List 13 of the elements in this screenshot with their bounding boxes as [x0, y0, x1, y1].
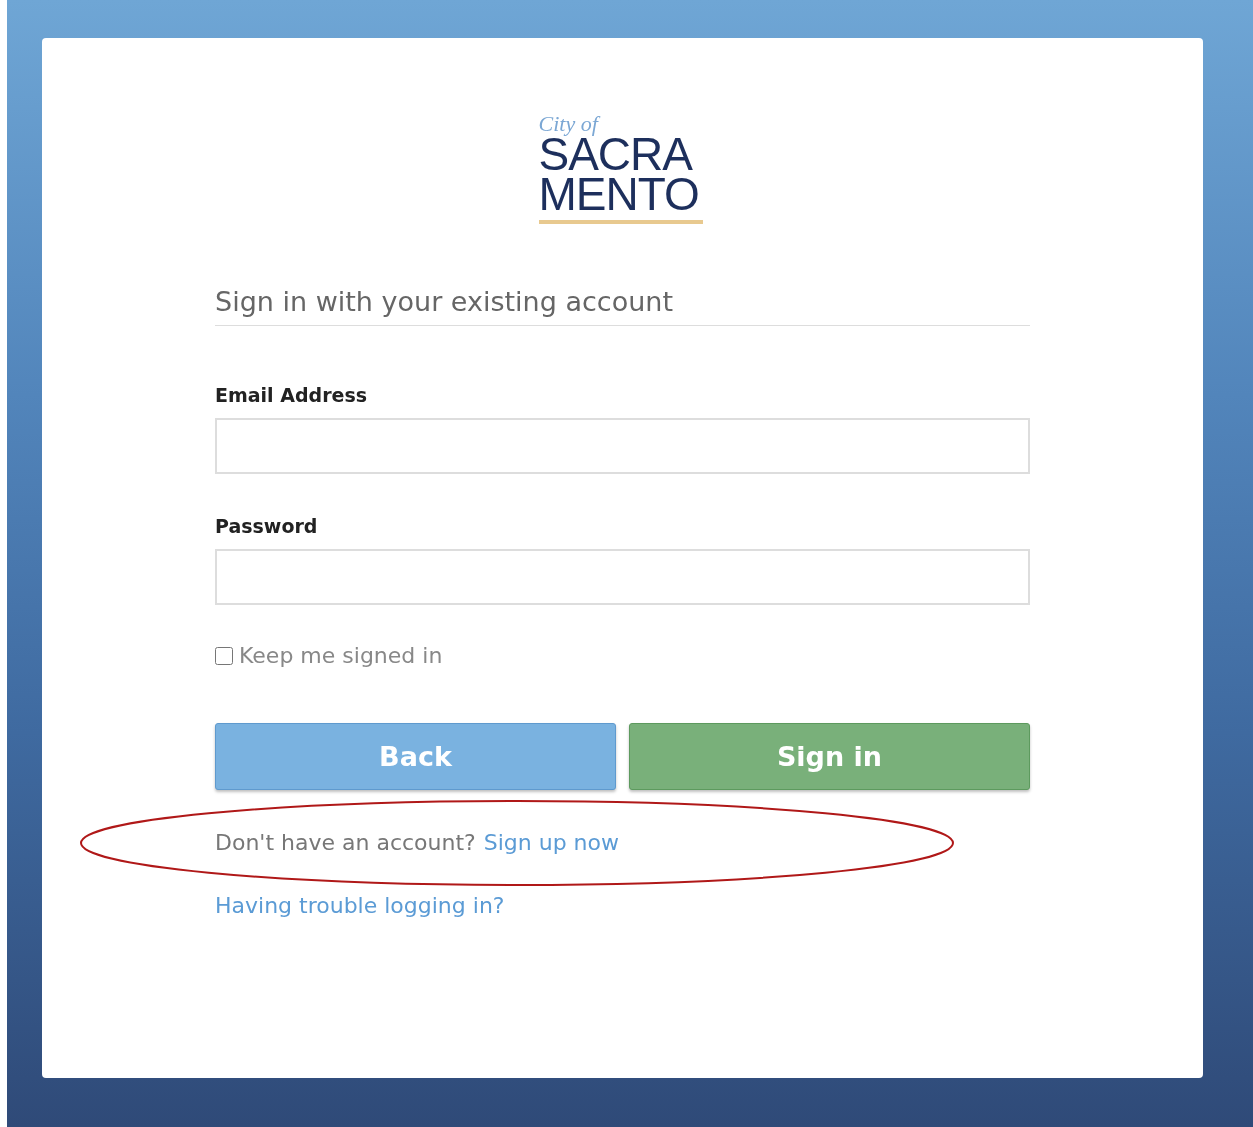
back-button[interactable]: Back: [215, 723, 616, 790]
field-label: Email Address: [215, 384, 369, 406]
checkbox[interactable]: [215, 646, 233, 665]
logo-text: MENTO: [538, 174, 699, 214]
input-field[interactable]: [215, 549, 1030, 605]
form-heading: Sign in with your existing account: [215, 286, 1030, 326]
input-field[interactable]: [215, 418, 1030, 474]
sign-in-button[interactable]: Sign in: [629, 723, 1030, 790]
help-link[interactable]: Having trouble logging in?: [215, 893, 505, 918]
signup-link[interactable]: Sign up now: [483, 830, 619, 855]
signup-prompt: Don't have an account?: [215, 830, 476, 855]
field-label: Password: [215, 515, 319, 537]
checkbox-label: Keep me signed in: [239, 643, 443, 668]
